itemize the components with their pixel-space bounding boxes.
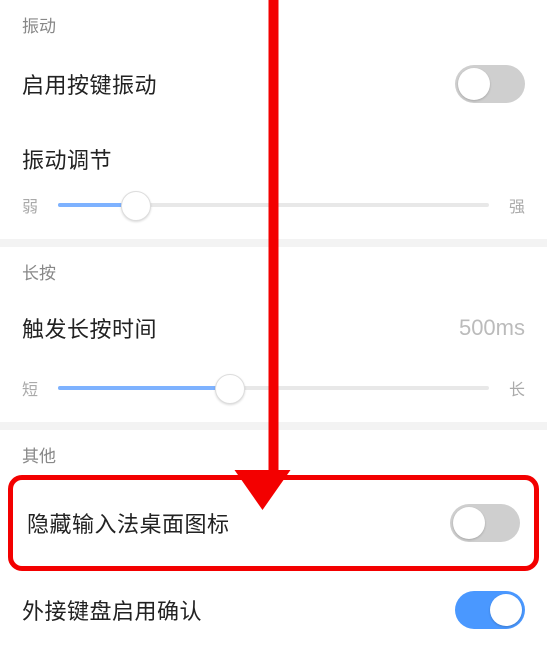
longpress-slider-row[interactable]: 短 长 — [0, 364, 547, 422]
section-divider — [0, 239, 547, 247]
vibration-slider-max: 强 — [501, 193, 525, 217]
vibration-slider[interactable] — [58, 191, 489, 219]
section-divider — [0, 422, 547, 430]
section-header-vibration: 振动 — [0, 0, 547, 45]
row-vibration-adjust-label: 振动调节 — [0, 123, 547, 181]
longpress-slider-min: 短 — [22, 376, 46, 400]
longpress-time-label: 触发长按时间 — [22, 312, 157, 344]
longpress-time-value: 500ms — [459, 315, 525, 341]
vibration-slider-min: 弱 — [22, 193, 46, 217]
vibration-adjust-label: 振动调节 — [22, 143, 112, 175]
enable-key-vibration-toggle[interactable] — [455, 65, 525, 103]
vibration-slider-row[interactable]: 弱 强 — [0, 181, 547, 239]
row-enable-key-vibration[interactable]: 启用按键振动 — [0, 45, 547, 123]
longpress-slider-max: 长 — [501, 376, 525, 400]
longpress-slider[interactable] — [58, 374, 489, 402]
annotation-highlight: 隐藏输入法桌面图标 — [8, 475, 539, 571]
row-longpress-time[interactable]: 触发长按时间 500ms — [0, 292, 547, 364]
hide-desktop-icon-label: 隐藏输入法桌面图标 — [27, 507, 230, 539]
enable-key-vibration-label: 启用按键振动 — [22, 68, 157, 100]
row-external-keyboard-confirm[interactable]: 外接键盘启用确认 — [0, 571, 547, 649]
external-keyboard-confirm-toggle[interactable] — [455, 591, 525, 629]
hide-desktop-icon-toggle[interactable] — [450, 504, 520, 542]
external-keyboard-confirm-label: 外接键盘启用确认 — [22, 594, 202, 626]
section-header-longpress: 长按 — [0, 247, 547, 292]
section-header-other: 其他 — [0, 430, 547, 475]
row-hide-desktop-icon[interactable]: 隐藏输入法桌面图标 — [13, 480, 534, 566]
